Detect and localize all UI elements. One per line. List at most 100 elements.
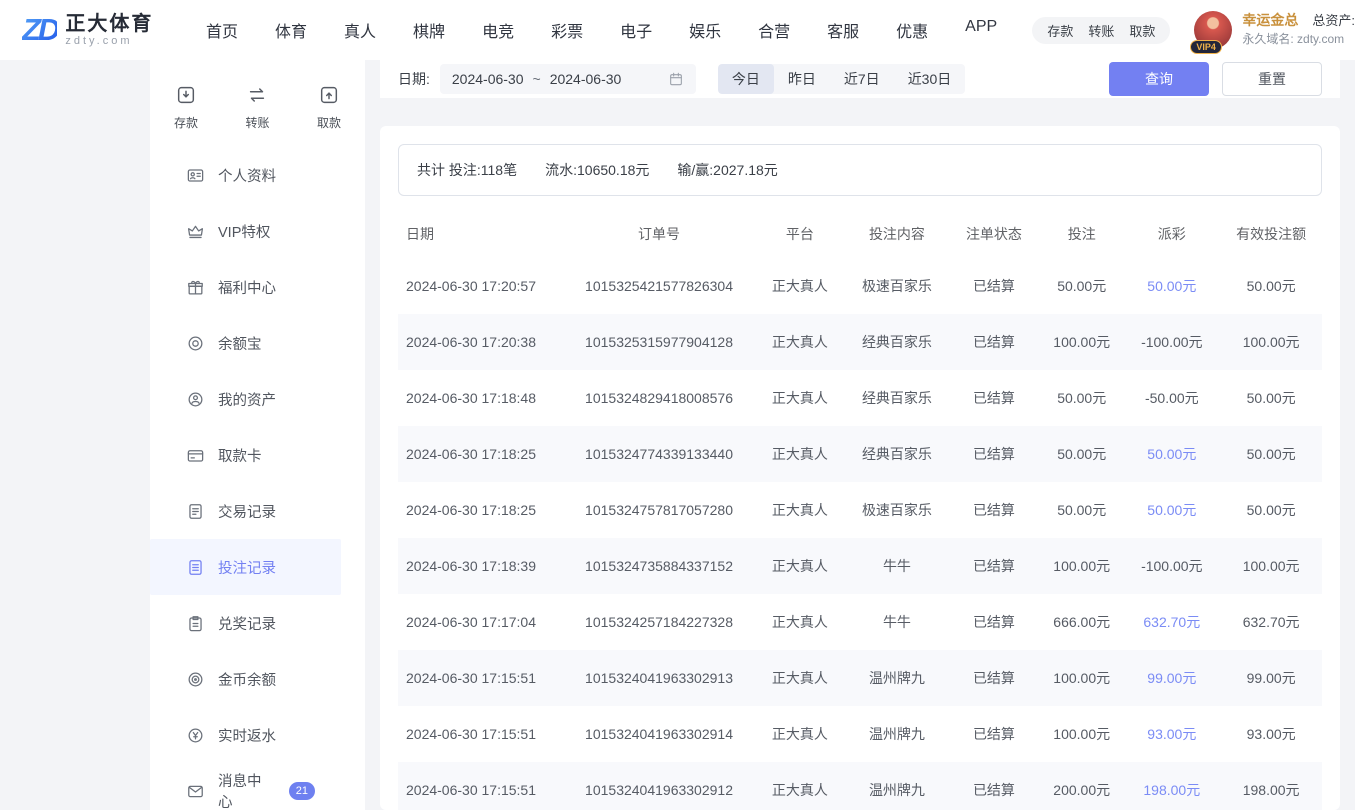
cell-platform: 正大真人 — [754, 482, 846, 538]
wallet-action[interactable]: 存款 — [174, 84, 198, 131]
nav-item[interactable]: 真人 — [344, 18, 376, 42]
range-button[interactable]: 近30日 — [894, 64, 966, 94]
column-header: 订单号 — [564, 204, 753, 258]
balance-icon — [186, 334, 205, 353]
cell-bet-amount: 666.00元 — [1040, 594, 1123, 650]
sidebar-item[interactable]: 取款卡 — [150, 427, 341, 483]
nav-item[interactable]: 首页 — [206, 18, 238, 42]
nav-item[interactable]: 优惠 — [896, 18, 928, 42]
nav-item[interactable]: 客服 — [827, 18, 859, 42]
sidebar-item-label: 兑奖记录 — [218, 613, 276, 634]
rebate-icon — [186, 726, 205, 745]
cell-valid-bet: 100.00元 — [1220, 314, 1322, 370]
cell-payout: -100.00元 — [1123, 538, 1220, 594]
cell-date: 2024-06-30 17:20:57 — [398, 258, 564, 314]
cell-order-no: 1015324774339133440 — [564, 426, 753, 482]
cell-valid-bet: 50.00元 — [1220, 482, 1322, 538]
cell-bet-content: 温州牌九 — [846, 762, 948, 810]
cell-order-no: 1015324041963302914 — [564, 706, 753, 762]
cell-valid-bet: 198.00元 — [1220, 762, 1322, 810]
quick-action-button[interactable]: 取款 — [1129, 21, 1155, 40]
sidebar-item-label: 消息中心 — [218, 770, 276, 810]
cell-platform: 正大真人 — [754, 650, 846, 706]
cell-bet-amount: 50.00元 — [1040, 426, 1123, 482]
main-nav: 首页 体育 真人 棋牌 电竞 彩票 电子 娱乐 合营 客服 优惠 APP — [206, 18, 997, 42]
range-button[interactable]: 近7日 — [830, 64, 894, 94]
sidebar-item[interactable]: 投注记录 — [150, 539, 341, 595]
nav-item[interactable]: 电竞 — [482, 18, 514, 42]
quick-action-button[interactable]: 转账 — [1088, 21, 1114, 40]
nav-item[interactable]: APP — [965, 18, 997, 42]
nav-item[interactable]: 棋牌 — [413, 18, 445, 42]
date-label: 日期: — [398, 69, 430, 89]
table-row[interactable]: 2024-06-30 17:15:511015324041963302913正大… — [398, 650, 1322, 706]
nav-item[interactable]: 彩票 — [551, 18, 583, 42]
cell-date: 2024-06-30 17:15:51 — [398, 706, 564, 762]
search-button[interactable]: 查询 — [1109, 62, 1209, 96]
cell-status: 已结算 — [948, 706, 1040, 762]
table-row[interactable]: 2024-06-30 17:15:511015324041963302912正大… — [398, 762, 1322, 810]
quick-action-button[interactable]: 存款 — [1047, 21, 1073, 40]
table-row[interactable]: 2024-06-30 17:18:251015324757817057280正大… — [398, 482, 1322, 538]
table-row[interactable]: 2024-06-30 17:18:391015324735884337152正大… — [398, 538, 1322, 594]
sidebar-item-label: 交易记录 — [218, 501, 276, 522]
cell-bet-amount: 100.00元 — [1040, 314, 1123, 370]
site-logo[interactable]: ZD 正大体育 zdty.com — [22, 12, 194, 48]
range-button[interactable]: 昨日 — [774, 64, 830, 94]
nav-item[interactable]: 电子 — [620, 18, 652, 42]
cell-payout: 50.00元 — [1123, 482, 1220, 538]
cell-order-no: 1015324757817057280 — [564, 482, 753, 538]
cell-bet-content: 极速百家乐 — [846, 258, 948, 314]
sidebar-item[interactable]: VIP特权 — [150, 203, 341, 259]
table-row[interactable]: 2024-06-30 17:15:511015324041963302914正大… — [398, 706, 1322, 762]
cell-payout: 93.00元 — [1123, 706, 1220, 762]
sidebar-item[interactable]: 实时返水 — [150, 707, 341, 763]
user-panel[interactable]: VIP4 幸运金总 总资产: 永久域名: zdty.com — [1194, 11, 1355, 49]
table-row[interactable]: 2024-06-30 17:17:041015324257184227328正大… — [398, 594, 1322, 650]
table-header-row: 日期订单号平台投注内容注单状态投注派彩有效投注额 — [398, 204, 1322, 258]
transaction-record-icon — [186, 502, 205, 521]
cell-payout: -50.00元 — [1123, 370, 1220, 426]
sidebar-item[interactable]: 余额宝 — [150, 315, 341, 371]
reset-button[interactable]: 重置 — [1222, 62, 1322, 96]
nav-item[interactable]: 体育 — [275, 18, 307, 42]
wallet-action-label: 转账 — [245, 114, 269, 131]
sidebar-item[interactable]: 个人资料 — [150, 147, 341, 203]
cell-order-no: 1015324257184227328 — [564, 594, 753, 650]
cell-payout: 99.00元 — [1123, 650, 1220, 706]
sidebar-item-label: VIP特权 — [218, 221, 270, 242]
column-header: 注单状态 — [948, 204, 1040, 258]
sidebar-item-label: 我的资产 — [218, 389, 276, 410]
cell-bet-amount: 100.00元 — [1040, 706, 1123, 762]
cell-payout: 50.00元 — [1123, 426, 1220, 482]
sidebar-item[interactable]: 金币余额 — [150, 651, 341, 707]
nav-item[interactable]: 合营 — [758, 18, 790, 42]
table-row[interactable]: 2024-06-30 17:20:381015325315977904128正大… — [398, 314, 1322, 370]
wallet-action[interactable]: 取款 — [317, 84, 341, 131]
wallet-quick-actions: 存款转账取款 — [1032, 17, 1170, 44]
sidebar-item-label: 投注记录 — [218, 557, 276, 578]
cell-bet-content: 牛牛 — [846, 594, 948, 650]
total-assets-label: 总资产: — [1312, 12, 1355, 29]
wallet-action[interactable]: 转账 — [245, 84, 269, 131]
vip-badge: VIP4 — [1190, 40, 1222, 54]
cell-bet-content: 温州牌九 — [846, 650, 948, 706]
cell-date: 2024-06-30 17:15:51 — [398, 762, 564, 810]
sidebar-item-label: 余额宝 — [218, 333, 262, 354]
range-button[interactable]: 今日 — [718, 64, 774, 94]
assets-icon — [186, 390, 205, 409]
cell-valid-bet: 50.00元 — [1220, 258, 1322, 314]
date-to: 2024-06-30 — [550, 71, 622, 87]
sidebar-item[interactable]: 交易记录 — [150, 483, 341, 539]
sidebar-item[interactable]: 兑奖记录 — [150, 595, 341, 651]
cell-status: 已结算 — [948, 594, 1040, 650]
nav-item[interactable]: 娱乐 — [689, 18, 721, 42]
table-row[interactable]: 2024-06-30 17:18:251015324774339133440正大… — [398, 426, 1322, 482]
sidebar-item[interactable]: 我的资产 — [150, 371, 341, 427]
cell-payout: 198.00元 — [1123, 762, 1220, 810]
date-range-input[interactable]: 2024-06-30 ~ 2024-06-30 — [440, 64, 696, 94]
table-row[interactable]: 2024-06-30 17:20:571015325421577826304正大… — [398, 258, 1322, 314]
sidebar-item[interactable]: 福利中心 — [150, 259, 341, 315]
sidebar-item[interactable]: 消息中心21 — [150, 763, 341, 810]
table-row[interactable]: 2024-06-30 17:18:481015324829418008576正大… — [398, 370, 1322, 426]
